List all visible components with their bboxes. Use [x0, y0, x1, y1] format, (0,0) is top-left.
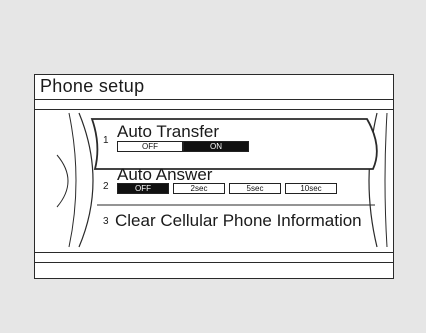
bottom-divider: [35, 252, 393, 253]
selector-wheel-graphic: [56, 112, 388, 248]
auto-transfer-options: OFF ON: [117, 141, 249, 152]
option-on[interactable]: ON: [183, 141, 249, 152]
footer-divider: [35, 262, 393, 263]
item-label: Clear Cellular Phone Information: [115, 211, 362, 230]
auto-answer-options: OFF 2sec 5sec 10sec: [117, 183, 337, 194]
option-5sec[interactable]: 5sec: [229, 183, 281, 194]
title-divider: [35, 99, 393, 100]
item-number: 3: [103, 216, 109, 227]
option-off[interactable]: OFF: [117, 141, 183, 152]
top-divider: [35, 109, 393, 110]
item-number: 1: [103, 135, 109, 146]
page-title: Phone setup: [40, 76, 145, 96]
phone-setup-screen: Phone setup 1 Auto Transfer OFF ON 2 Aut…: [34, 74, 394, 279]
item-label: Auto Answer: [117, 165, 213, 184]
option-2sec[interactable]: 2sec: [173, 183, 225, 194]
item-label: Auto Transfer: [117, 122, 220, 141]
option-off[interactable]: OFF: [117, 183, 169, 194]
item-number: 2: [103, 181, 109, 192]
option-10sec[interactable]: 10sec: [285, 183, 337, 194]
